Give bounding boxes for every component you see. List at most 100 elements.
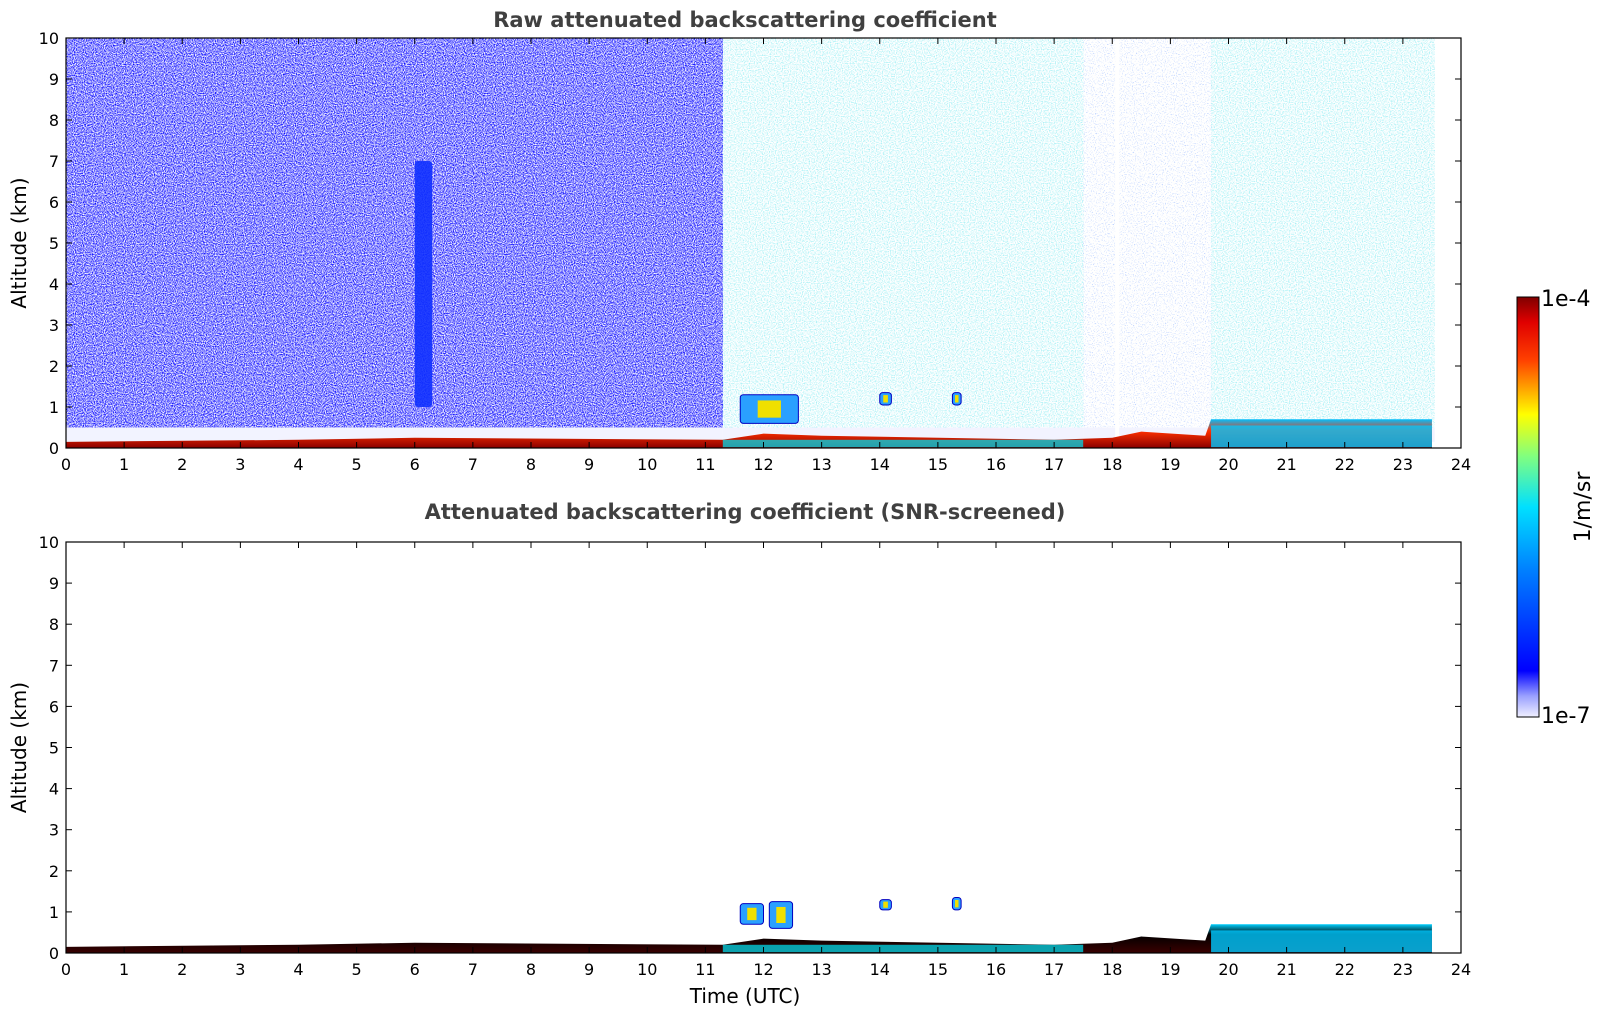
x-tick-label: 6 — [410, 455, 420, 474]
data-gap — [1115, 38, 1120, 448]
x-tick-label: 7 — [468, 455, 478, 474]
x-tick-label: 0 — [61, 455, 71, 474]
colorbar-unit-label: 1/m/sr — [1571, 471, 1596, 543]
screened-x-ticks: 0 1 2 3 4 5 6 7 8 9 10 11 12 13 14 15 16 17 18 19 20 21 22 23 24 — [61, 542, 1471, 979]
y-tick-label: 10 — [39, 29, 59, 48]
noise-region — [66, 38, 723, 428]
x-tick-label: 9 — [584, 960, 594, 979]
raw-y-axis-label: Altitude (km) — [7, 177, 31, 308]
y-tick-label: 2 — [49, 357, 59, 376]
y-tick-label: 1 — [49, 398, 59, 417]
x-tick-label: 10 — [637, 960, 657, 979]
x-tick-label: 13 — [811, 455, 831, 474]
figure: Raw attenuated backscattering coefficien… — [7, 8, 1596, 1008]
x-tick-label: 7 — [468, 960, 478, 979]
y-tick-label: 8 — [49, 615, 59, 634]
x-axis-label: Time (UTC) — [689, 984, 801, 1008]
aerosol-layer — [722, 439, 1084, 448]
x-tick-label: 18 — [1102, 960, 1122, 979]
aerosol-plume — [414, 161, 433, 407]
x-tick-label: 16 — [986, 455, 1006, 474]
y-tick-label: 2 — [49, 862, 59, 881]
y-tick-label: 4 — [49, 780, 59, 799]
y-tick-label: 10 — [39, 533, 59, 552]
y-tick-label: 6 — [49, 193, 59, 212]
y-tick-label: 0 — [49, 439, 59, 458]
x-tick-label: 20 — [1218, 455, 1238, 474]
x-tick-label: 15 — [928, 455, 948, 474]
colorbar-min-label: 1e-7 — [1541, 704, 1590, 729]
y-tick-label: 3 — [49, 316, 59, 335]
x-tick-label: 20 — [1218, 960, 1238, 979]
x-tick-label: 22 — [1335, 455, 1355, 474]
screened-y-ticks: 0 1 2 3 4 5 6 7 8 9 10 — [39, 533, 1461, 963]
screened-heatmap-image — [66, 543, 1460, 953]
x-tick-label: 21 — [1276, 960, 1296, 979]
x-tick-label: 8 — [526, 455, 536, 474]
x-tick-label: 6 — [410, 960, 420, 979]
x-tick-label: 17 — [1044, 960, 1064, 979]
screened-panel-title: Attenuated backscattering coefficient (S… — [425, 500, 1066, 524]
x-tick-label: 24 — [1451, 960, 1471, 979]
x-tick-label: 16 — [986, 960, 1006, 979]
screened-backscatter-panel: Attenuated backscattering coefficient (S… — [7, 500, 1471, 1008]
x-tick-label: 9 — [584, 455, 594, 474]
noise-region — [1211, 38, 1435, 428]
x-tick-label: 14 — [870, 455, 890, 474]
y-tick-label: 7 — [49, 152, 59, 171]
cloud-core — [955, 899, 959, 908]
y-tick-label: 5 — [49, 739, 59, 758]
x-tick-label: 5 — [352, 455, 362, 474]
x-tick-label: 5 — [352, 960, 362, 979]
x-tick-label: 24 — [1451, 455, 1471, 474]
x-tick-label: 10 — [637, 455, 657, 474]
x-tick-label: 4 — [293, 455, 303, 474]
x-tick-label: 17 — [1044, 455, 1064, 474]
cloud-core — [883, 901, 888, 908]
colorbar-gradient — [1516, 296, 1540, 718]
aerosol-layer — [1211, 425, 1432, 448]
x-tick-label: 13 — [811, 960, 831, 979]
screened-plot-frame — [65, 541, 1462, 954]
y-tick-label: 5 — [49, 234, 59, 253]
cloud-core — [883, 395, 888, 403]
x-tick-label: 1 — [119, 960, 129, 979]
y-tick-label: 7 — [49, 656, 59, 675]
x-tick-label: 23 — [1393, 960, 1413, 979]
aerosol-layer — [1211, 930, 1432, 953]
x-tick-label: 12 — [753, 455, 773, 474]
x-tick-label: 3 — [235, 455, 245, 474]
raw-heatmap-image — [66, 38, 1460, 448]
x-tick-label: 1 — [119, 455, 129, 474]
x-tick-label: 3 — [235, 960, 245, 979]
y-tick-label: 8 — [49, 111, 59, 130]
x-tick-label: 19 — [1160, 960, 1180, 979]
x-tick-label: 0 — [61, 960, 71, 979]
noise-region — [1135, 38, 1212, 428]
cloud-core — [955, 395, 959, 403]
y-tick-label: 4 — [49, 275, 59, 294]
cloud-core — [747, 907, 757, 921]
cloud-core — [776, 906, 786, 923]
y-tick-label: 1 — [49, 903, 59, 922]
aerosol-layer — [722, 944, 1084, 953]
x-tick-label: 4 — [293, 960, 303, 979]
noise-region — [1083, 38, 1136, 428]
colorbar-max-label: 1e-4 — [1541, 287, 1590, 312]
x-tick-label: 21 — [1276, 455, 1296, 474]
screened-y-axis-label: Altitude (km) — [7, 682, 31, 813]
x-tick-label: 14 — [870, 960, 890, 979]
x-tick-label: 19 — [1160, 455, 1180, 474]
y-tick-label: 3 — [49, 821, 59, 840]
x-tick-label: 11 — [695, 960, 715, 979]
x-tick-label: 15 — [928, 960, 948, 979]
cloud-core — [757, 400, 781, 418]
y-tick-label: 6 — [49, 697, 59, 716]
raw-backscatter-panel: Raw attenuated backscattering coefficien… — [7, 8, 1471, 474]
x-tick-label: 2 — [177, 960, 187, 979]
colorbar: 1e-4 1e-7 1/m/sr — [1516, 287, 1596, 729]
y-tick-label: 0 — [49, 944, 59, 963]
raw-panel-title: Raw attenuated backscattering coefficien… — [493, 8, 997, 32]
noise-region — [722, 38, 1084, 428]
x-tick-label: 23 — [1393, 455, 1413, 474]
